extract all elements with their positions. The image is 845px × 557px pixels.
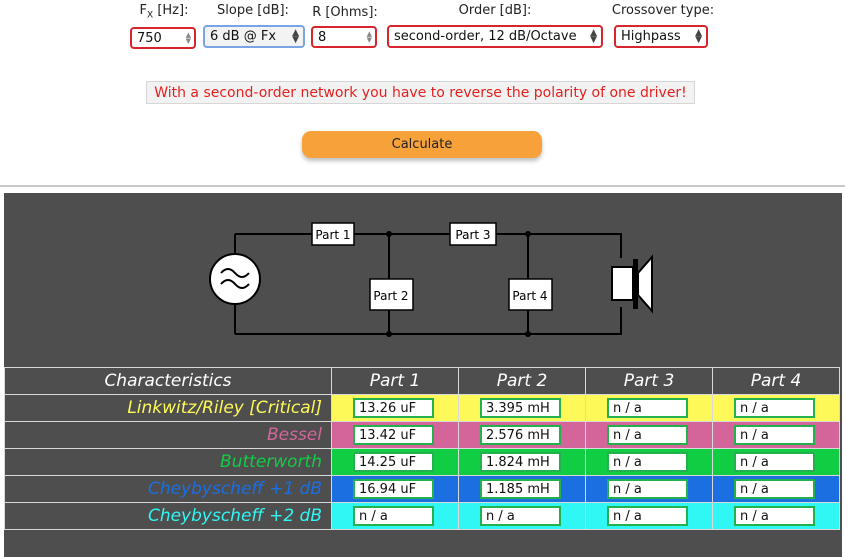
- value-field[interactable]: n / a: [734, 479, 815, 499]
- value-field[interactable]: n / a: [607, 452, 688, 472]
- fx-label: FX [Hz]:: [139, 3, 189, 21]
- chevron-updown-icon: ▲ ▼: [590, 27, 597, 45]
- resistance-label: R [Ohms]:: [312, 5, 378, 20]
- fx-input[interactable]: 750 ▲ ▼: [130, 27, 196, 49]
- chevron-updown-icon: ▲ ▼: [695, 27, 702, 45]
- speaker-icon: [611, 254, 653, 314]
- resistance-value: 8: [318, 29, 327, 45]
- crossover-type-select[interactable]: Highpass ▲ ▼: [614, 25, 708, 48]
- slope-select[interactable]: 6 dB @ Fx ▲ ▼: [203, 25, 305, 48]
- row-name-bessel: Bessel: [4, 421, 332, 449]
- value-field[interactable]: 13.42 uF: [353, 425, 434, 445]
- value-field[interactable]: n / a: [734, 398, 815, 418]
- value-field[interactable]: 16.94 uF: [353, 479, 434, 499]
- part3-label: Part 3: [455, 228, 490, 242]
- value-field[interactable]: n / a: [734, 506, 815, 526]
- fx-value: 750: [137, 30, 162, 46]
- table-row: Cheybyscheff +2 dB n / a n / a n / a n /…: [4, 502, 840, 530]
- value-field[interactable]: 1.824 mH: [480, 452, 561, 472]
- value-field[interactable]: n / a: [480, 506, 561, 526]
- header-part1: Part 1: [331, 367, 459, 395]
- table-header-row: Characteristics Part 1 Part 2 Part 3 Par…: [4, 367, 840, 395]
- fx-stepper-icon[interactable]: ▲ ▼: [186, 32, 191, 45]
- results-table: Characteristics Part 1 Part 2 Part 3 Par…: [4, 367, 840, 530]
- order-value: second-order, 12 dB/Octave: [394, 29, 577, 44]
- value-field[interactable]: n / a: [734, 425, 815, 445]
- part2-label: Part 2: [373, 289, 408, 303]
- order-select[interactable]: second-order, 12 dB/Octave ▲ ▼: [387, 25, 603, 48]
- header-part4: Part 4: [712, 367, 840, 395]
- resistance-input[interactable]: 8 ▲ ▼: [311, 26, 377, 48]
- circuit-diagram: Part 1 Part 3 Part 2 Part 4: [209, 222, 653, 337]
- crossover-type-value: Highpass: [621, 29, 681, 44]
- polarity-warning: With a second-order network you have to …: [146, 81, 695, 104]
- table-row: Butterworth 14.25 uF 1.824 mH n / a n / …: [4, 448, 840, 476]
- value-field[interactable]: n / a: [353, 506, 434, 526]
- crossover-type-label: Crossover type:: [611, 3, 715, 18]
- value-field[interactable]: n / a: [607, 479, 688, 499]
- header-characteristics: Characteristics: [4, 367, 332, 395]
- value-field[interactable]: 13.26 uF: [353, 398, 434, 418]
- resistance-stepper-icon[interactable]: ▲ ▼: [367, 31, 372, 44]
- value-field[interactable]: n / a: [607, 506, 688, 526]
- header-part3: Part 3: [585, 367, 713, 395]
- row-name-butterworth: Butterworth: [4, 448, 332, 476]
- slope-label: Slope [dB]:: [217, 3, 289, 18]
- value-field[interactable]: 2.576 mH: [480, 425, 561, 445]
- value-field[interactable]: 14.25 uF: [353, 452, 434, 472]
- value-field[interactable]: n / a: [734, 452, 815, 472]
- table-row: Linkwitz/Riley [Critical] 13.26 uF 3.395…: [4, 394, 840, 422]
- value-field[interactable]: n / a: [607, 398, 688, 418]
- row-name-cheb2: Cheybyscheff +2 dB: [4, 502, 332, 530]
- value-field[interactable]: 1.185 mH: [480, 479, 561, 499]
- row-name-cheb1: Cheybyscheff +1 dB: [4, 475, 332, 503]
- signal-source-icon: [209, 253, 261, 305]
- row-name-linkwitz-riley: Linkwitz/Riley [Critical]: [4, 394, 332, 422]
- value-field[interactable]: 3.395 mH: [480, 398, 561, 418]
- table-row: Cheybyscheff +1 dB 16.94 uF 1.185 mH n /…: [4, 475, 840, 503]
- order-label: Order [dB]:: [458, 3, 532, 18]
- part4-label: Part 4: [512, 289, 547, 303]
- slope-value: 6 dB @ Fx: [210, 29, 277, 44]
- part1-label: Part 1: [315, 228, 350, 242]
- value-field[interactable]: n / a: [607, 425, 688, 445]
- divider: [0, 185, 845, 187]
- table-row: Bessel 13.42 uF 2.576 mH n / a n / a: [4, 421, 840, 449]
- header-part2: Part 2: [458, 367, 586, 395]
- chevron-updown-icon: ▲ ▼: [292, 27, 299, 45]
- calculate-button[interactable]: Calculate: [302, 131, 542, 158]
